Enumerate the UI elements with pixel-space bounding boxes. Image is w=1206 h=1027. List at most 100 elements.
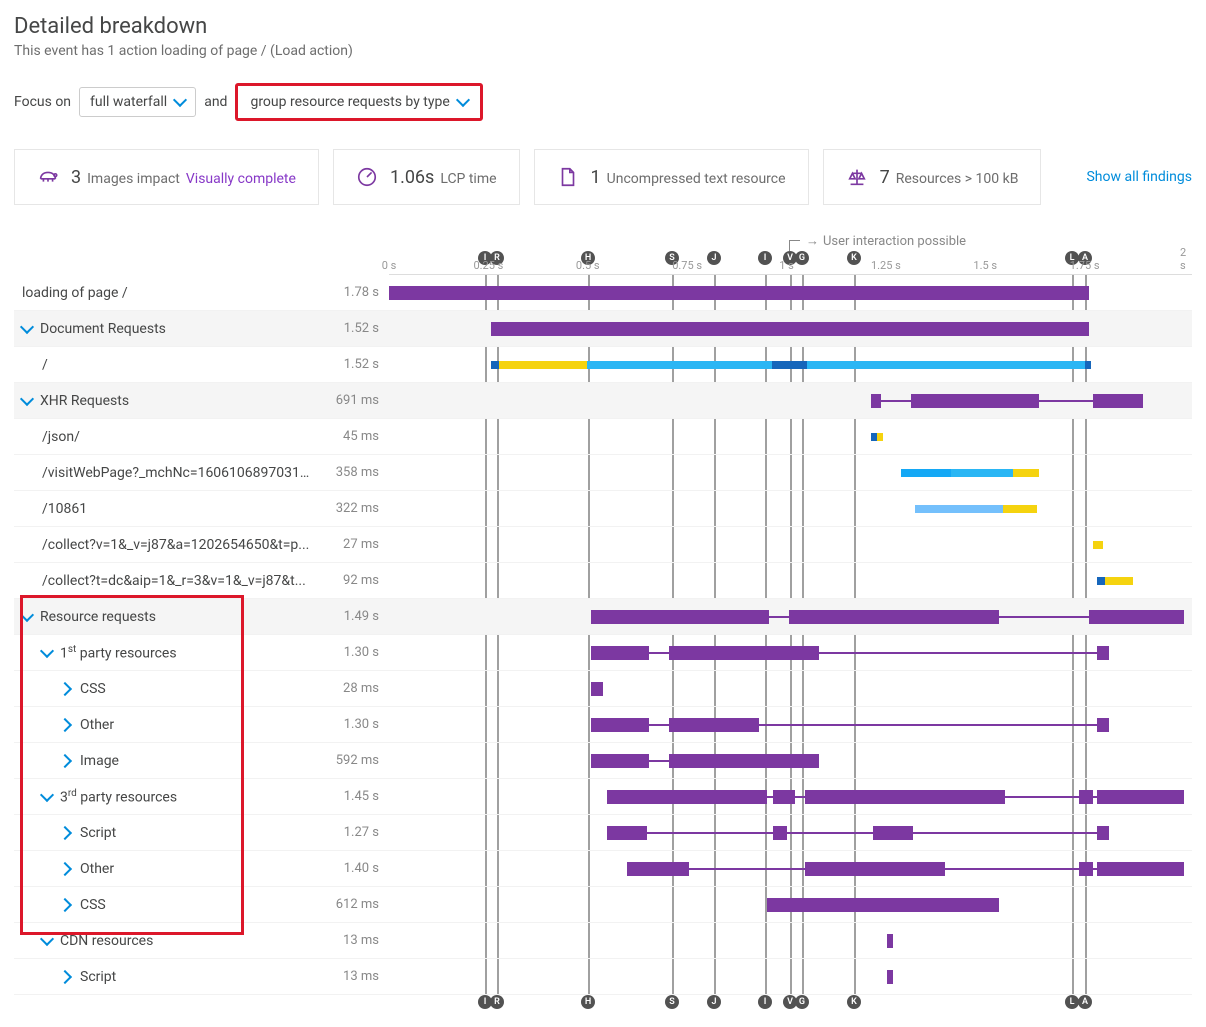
- focus-dropdown-value: full waterfall: [90, 94, 167, 110]
- timeline-marker[interactable]: L: [1065, 995, 1079, 1009]
- timing-bar: [591, 718, 649, 732]
- timing-bar: [913, 832, 1097, 834]
- row-bars: [389, 563, 1192, 598]
- waterfall-row[interactable]: CDN resources13 ms: [14, 923, 1192, 959]
- timing-bar: [591, 754, 649, 768]
- row-label: CSS: [80, 681, 106, 697]
- timing-bar: [1003, 505, 1037, 513]
- metric-label: LCP time: [440, 171, 496, 187]
- metric-lcp[interactable]: 1.06s LCP time: [333, 149, 520, 205]
- waterfall-row[interactable]: /collect?v=1&_v=j87&a=1202654650&t=p...2…: [14, 527, 1192, 563]
- group-dropdown-value: group resource requests by type: [250, 94, 449, 110]
- chevron-right-icon[interactable]: [58, 825, 72, 839]
- waterfall-row[interactable]: Document Requests1.52 s: [14, 311, 1192, 347]
- timeline-marker[interactable]: H: [581, 995, 595, 1009]
- timing-bar: [901, 469, 951, 477]
- waterfall-row[interactable]: Other1.30 s: [14, 707, 1192, 743]
- metric-num: 7: [880, 167, 890, 188]
- timing-bar: [1093, 394, 1143, 408]
- waterfall-row[interactable]: Image592 ms: [14, 743, 1192, 779]
- waterfall-row[interactable]: Script1.27 s: [14, 815, 1192, 851]
- timing-bar: [807, 361, 1085, 369]
- metric-link[interactable]: Visually complete: [186, 171, 296, 187]
- filter-controls: Focus on full waterfall and group resour…: [14, 83, 1192, 121]
- row-bars: [389, 959, 1192, 994]
- chevron-down-icon[interactable]: [40, 644, 54, 658]
- time-tick: 0.5 s: [576, 259, 600, 272]
- row-bars: [389, 887, 1192, 922]
- row-bars: [389, 455, 1192, 490]
- row-timing: 92 ms: [314, 573, 389, 588]
- waterfall-row[interactable]: Other1.40 s: [14, 851, 1192, 887]
- timing-bar: [759, 724, 1097, 726]
- timeline-marker[interactable]: A: [1078, 995, 1092, 1009]
- waterfall-row[interactable]: /1.52 s: [14, 347, 1192, 383]
- focus-dropdown[interactable]: full waterfall: [79, 87, 196, 117]
- row-bars: [389, 383, 1192, 418]
- chevron-right-icon[interactable]: [58, 753, 72, 767]
- waterfall-row[interactable]: /json/45 ms: [14, 419, 1192, 455]
- timing-bar: [951, 469, 1013, 477]
- timeline-marker[interactable]: R: [490, 995, 504, 1009]
- waterfall-row[interactable]: 1st party resources 1.30 s: [14, 635, 1192, 671]
- timing-bar: [1097, 577, 1105, 585]
- waterfall-row[interactable]: loading of page /1.78 s: [14, 275, 1192, 311]
- chevron-down-icon[interactable]: [40, 788, 54, 802]
- metric-uncompressed[interactable]: 1 Uncompressed text resource: [534, 149, 809, 205]
- timing-bar: [669, 718, 759, 732]
- metric-num: 1: [591, 167, 601, 188]
- timeline-marker[interactable]: S: [665, 995, 679, 1009]
- chevron-right-icon[interactable]: [58, 861, 72, 875]
- show-all-findings-link[interactable]: Show all findings: [1086, 168, 1192, 186]
- timing-bar: [1039, 400, 1093, 402]
- waterfall-row[interactable]: Script13 ms: [14, 959, 1192, 995]
- chevron-right-icon[interactable]: [58, 717, 72, 731]
- row-timing: 1.45 s: [314, 789, 389, 804]
- timing-bar: [1097, 826, 1109, 840]
- row-timing: 1.30 s: [314, 645, 389, 660]
- row-label: /visitWebPage?_mchNc=1606106897031&...: [42, 465, 314, 481]
- chevron-down-icon[interactable]: [40, 933, 54, 946]
- chevron-down-icon[interactable]: [20, 321, 34, 334]
- chevron-right-icon[interactable]: [58, 969, 72, 983]
- user-interaction-label: → User interaction possible: [789, 233, 966, 249]
- row-timing: 358 ms: [314, 465, 389, 480]
- waterfall-row[interactable]: /visitWebPage?_mchNc=1606106897031&...35…: [14, 455, 1192, 491]
- timeline-marker[interactable]: K: [847, 995, 861, 1009]
- timing-bar: [1079, 790, 1093, 804]
- chevron-right-icon[interactable]: [58, 681, 72, 695]
- row-bars: [389, 419, 1192, 454]
- group-dropdown[interactable]: group resource requests by type: [235, 83, 482, 121]
- timing-bar: [627, 862, 689, 876]
- chevron-down-icon[interactable]: [20, 393, 34, 406]
- waterfall-row[interactable]: CSS612 ms: [14, 887, 1192, 923]
- row-timing: 691 ms: [314, 393, 389, 408]
- timeline-marker[interactable]: I: [758, 995, 772, 1009]
- timing-bar: [607, 790, 767, 804]
- row-timing: 13 ms: [314, 969, 389, 984]
- row-label: 1st party resources: [60, 644, 177, 662]
- timing-bar: [789, 610, 999, 624]
- row-timing: 1.40 s: [314, 861, 389, 876]
- metrics-row: 3 Images impact Visually complete 1.06s …: [14, 149, 1192, 205]
- timing-bar: [881, 400, 911, 402]
- waterfall-row[interactable]: Resource requests1.49 s: [14, 599, 1192, 635]
- row-timing: 322 ms: [314, 501, 389, 516]
- waterfall-row[interactable]: XHR Requests691 ms: [14, 383, 1192, 419]
- metric-large-resources[interactable]: 7 Resources > 100 kB: [823, 149, 1042, 205]
- waterfall-row[interactable]: /10861322 ms: [14, 491, 1192, 527]
- timing-bar: [805, 790, 1005, 804]
- metric-label: Resources > 100 kB: [896, 171, 1019, 187]
- waterfall-row[interactable]: 3rd party resources1.45 s: [14, 779, 1192, 815]
- waterfall-row[interactable]: CSS28 ms: [14, 671, 1192, 707]
- timing-bar: [649, 760, 669, 762]
- timing-bar: [1097, 718, 1109, 732]
- timing-bar: [647, 832, 773, 834]
- timeline-marker[interactable]: G: [795, 995, 809, 1009]
- timeline-marker[interactable]: J: [707, 995, 721, 1009]
- chevron-right-icon[interactable]: [58, 897, 72, 911]
- metric-images-impact[interactable]: 3 Images impact Visually complete: [14, 149, 319, 205]
- time-tick: 1 s: [779, 259, 794, 272]
- chevron-down-icon[interactable]: [20, 609, 34, 622]
- waterfall-row[interactable]: /collect?t=dc&aip=1&_r=3&v=1&_v=j87&t...…: [14, 563, 1192, 599]
